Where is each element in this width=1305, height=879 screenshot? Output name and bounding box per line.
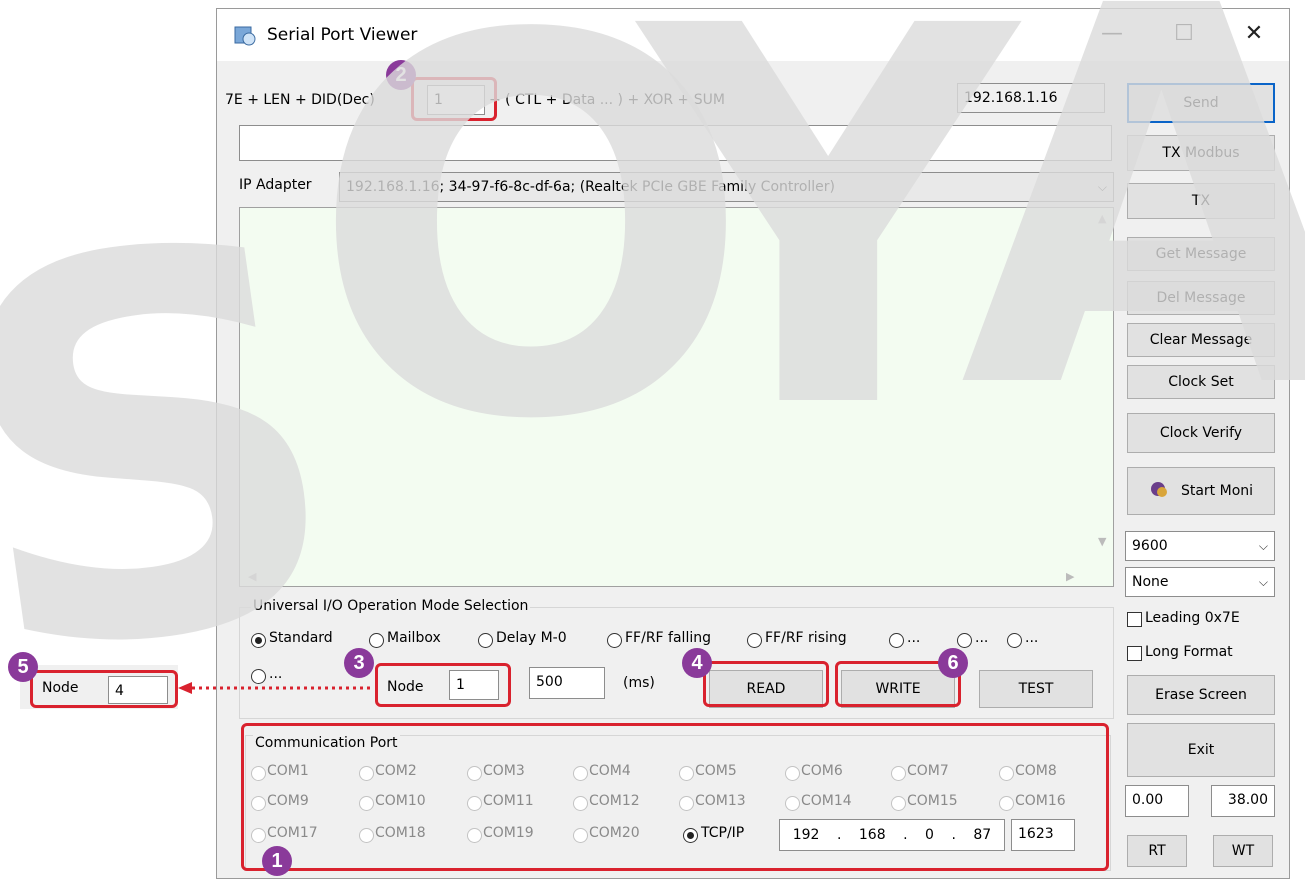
scroll-left-icon[interactable]: ◀ xyxy=(248,570,256,583)
scroll-right-icon[interactable]: ▶ xyxy=(1066,570,1074,583)
long-format-label: Long Format xyxy=(1145,644,1233,660)
highlight-read xyxy=(703,661,829,707)
radio-option-7[interactable] xyxy=(957,633,972,648)
ip-adapter-label: IP Adapter xyxy=(239,177,312,193)
minimize-button[interactable]: — xyxy=(1085,9,1139,61)
command-input[interactable] xyxy=(239,125,1112,161)
radio-ff-falling-label: FF/RF falling xyxy=(625,630,711,646)
wt-button[interactable]: WT xyxy=(1213,835,1273,867)
close-button[interactable]: ✕ xyxy=(1227,9,1281,61)
badge-3: 3 xyxy=(344,648,374,678)
baud-rate-select[interactable]: 9600 ⌵ xyxy=(1125,531,1275,561)
badge-5: 5 xyxy=(8,652,38,682)
frame-format-suffix: + ( CTL + Data ... ) + XOR + SUM xyxy=(489,92,725,108)
ms-input[interactable]: 500 xyxy=(529,667,605,699)
arrow-connector xyxy=(178,682,372,694)
leading-label: Leading 0x7E xyxy=(1145,610,1240,626)
radio-ff-rising[interactable] xyxy=(747,633,762,648)
badge-6: 6 xyxy=(938,648,968,678)
badge-2: 2 xyxy=(386,60,416,90)
start-moni-label: Start Moni xyxy=(1180,483,1254,499)
ip-display: 192.168.1.16 xyxy=(957,83,1105,113)
exit-button[interactable]: Exit xyxy=(1127,723,1275,777)
timing-left-input[interactable]: 0.00 xyxy=(1125,785,1189,817)
ms-unit: (ms) xyxy=(623,675,655,691)
serial-port-viewer-window: Serial Port Viewer — ☐ ✕ 7E + LEN + DID(… xyxy=(216,8,1290,879)
vertical-scrollbar[interactable]: ▲ ▼ xyxy=(1095,208,1113,553)
monitor-icon xyxy=(1150,482,1167,497)
chevron-down-icon: ⌵ xyxy=(1258,575,1268,589)
clear-message-button[interactable]: Clear Message xyxy=(1127,323,1275,357)
io-mode-title: Universal I/O Operation Mode Selection xyxy=(251,598,531,614)
highlight-callout-node xyxy=(30,670,178,708)
erase-screen-button[interactable]: Erase Screen xyxy=(1127,675,1275,715)
parity-value: None xyxy=(1132,574,1169,590)
title-bar: Serial Port Viewer — ☐ ✕ xyxy=(217,9,1289,61)
ip-adapter-value: 192.168.1.16; 34-97-f6-8c-df-6a; (Realte… xyxy=(346,179,836,195)
radio-mailbox-label: Mailbox xyxy=(387,630,441,646)
app-icon xyxy=(234,26,256,46)
chevron-down-icon: ⌵ xyxy=(1097,180,1107,194)
radio-standard-label: Standard xyxy=(269,630,333,646)
radio-option-6[interactable] xyxy=(889,633,904,648)
radio-option-8-label: ... xyxy=(1025,630,1039,646)
radio-delay[interactable] xyxy=(478,633,493,648)
message-log[interactable]: ▲ ▼ ◀ ▶ xyxy=(239,207,1114,587)
chevron-down-icon: ⌵ xyxy=(1258,539,1268,553)
radio-ff-rising-label: FF/RF rising xyxy=(765,630,847,646)
horizontal-scrollbar[interactable]: ◀ ▶ xyxy=(240,568,1095,586)
maximize-button[interactable]: ☐ xyxy=(1157,9,1211,61)
frame-format-prefix: 7E + LEN + DID(Dec) xyxy=(225,92,375,108)
scroll-up-icon[interactable]: ▲ xyxy=(1098,212,1106,225)
radio-ff-falling[interactable] xyxy=(607,633,622,648)
get-message-button[interactable]: Get Message xyxy=(1127,237,1275,271)
tx-button[interactable]: TX xyxy=(1127,183,1275,219)
tx-modbus-button[interactable]: TX Modbus xyxy=(1127,135,1275,171)
del-message-button[interactable]: Del Message xyxy=(1127,281,1275,315)
baud-rate-value: 9600 xyxy=(1132,538,1168,554)
leading-checkbox[interactable] xyxy=(1127,612,1142,627)
radio-option-7-label: ... xyxy=(975,630,989,646)
send-button[interactable]: Send xyxy=(1127,83,1275,123)
scroll-down-icon[interactable]: ▼ xyxy=(1098,535,1106,548)
highlight-comm-port xyxy=(241,723,1109,871)
radio-mailbox[interactable] xyxy=(369,633,384,648)
highlight-node xyxy=(375,663,511,707)
parity-select[interactable]: None ⌵ xyxy=(1125,567,1275,597)
badge-4: 4 xyxy=(682,648,712,678)
test-button[interactable]: TEST xyxy=(979,670,1093,708)
clock-set-button[interactable]: Clock Set xyxy=(1127,365,1275,399)
badge-1: 1 xyxy=(262,846,292,876)
highlight-did xyxy=(411,77,497,121)
long-format-checkbox[interactable] xyxy=(1127,646,1142,661)
radio-option-6-label: ... xyxy=(907,630,921,646)
timing-right-input[interactable]: 38.00 xyxy=(1211,785,1275,817)
window-title: Serial Port Viewer xyxy=(267,25,418,45)
radio-standard[interactable] xyxy=(251,633,266,648)
clock-verify-button[interactable]: Clock Verify xyxy=(1127,413,1275,453)
radio-option-8[interactable] xyxy=(1007,633,1022,648)
ip-adapter-select[interactable]: 192.168.1.16; 34-97-f6-8c-df-6a; (Realte… xyxy=(339,172,1114,202)
start-moni-button[interactable]: Start Moni xyxy=(1127,467,1275,515)
radio-delay-label: Delay M-0 xyxy=(496,630,567,646)
rt-button[interactable]: RT xyxy=(1127,835,1187,867)
